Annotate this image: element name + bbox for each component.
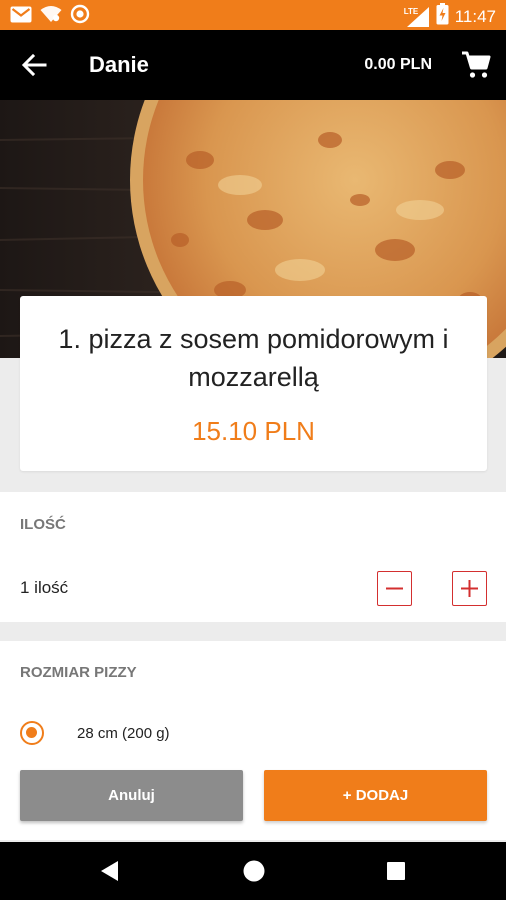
wifi-icon bbox=[40, 5, 62, 28]
status-bar: LTE 11:47 bbox=[0, 0, 506, 30]
quantity-heading: ILOŚĆ bbox=[20, 516, 66, 533]
product-card: 1. pizza z sosem pomidorowym i mozzarell… bbox=[20, 296, 487, 471]
size-option-radio[interactable] bbox=[20, 721, 44, 745]
add-to-cart-button[interactable]: + DODAJ bbox=[264, 770, 487, 821]
status-time: 11:47 bbox=[454, 6, 496, 26]
product-price: 15.10 PLN bbox=[192, 416, 315, 446]
action-bar: Anuluj + DODAJ bbox=[0, 752, 506, 840]
product-name: 1. pizza z sosem pomidorowym i mozzarell… bbox=[58, 324, 449, 392]
back-triangle-icon[interactable] bbox=[96, 856, 126, 886]
page-title: Danie bbox=[89, 52, 149, 77]
network-type-label: LTE bbox=[403, 6, 419, 16]
recents-square-icon[interactable] bbox=[381, 856, 411, 886]
system-navigation-bar bbox=[0, 842, 506, 900]
cancel-button[interactable]: Anuluj bbox=[20, 770, 243, 821]
arrow-back-icon[interactable] bbox=[18, 50, 50, 80]
gmail-icon bbox=[10, 6, 32, 28]
size-heading: ROZMIAR PIZZY bbox=[20, 664, 137, 681]
minus-icon bbox=[386, 587, 403, 590]
radio-selected-dot bbox=[26, 727, 37, 738]
cart-total[interactable]: 0.00 PLN bbox=[364, 56, 432, 74]
quantity-decrease-button[interactable] bbox=[377, 571, 412, 606]
plus-icon bbox=[461, 580, 478, 597]
quantity-increase-button[interactable] bbox=[452, 571, 487, 606]
home-circle-icon[interactable] bbox=[239, 856, 269, 886]
status-bar-system: LTE 11:47 bbox=[404, 3, 496, 30]
cart-icon[interactable] bbox=[460, 50, 492, 80]
app-bar: Danie 0.00 PLN bbox=[0, 30, 506, 100]
quantity-section: ILOŚĆ 1 ilość bbox=[0, 492, 506, 622]
quantity-value: 1 ilość bbox=[20, 578, 69, 597]
size-option-label[interactable]: 28 cm (200 g) bbox=[77, 725, 170, 742]
signal-icon: LTE bbox=[404, 6, 430, 28]
size-section: ROZMIAR PIZZY 28 cm (200 g) bbox=[0, 641, 506, 753]
battery-icon bbox=[436, 3, 449, 30]
record-icon bbox=[70, 4, 90, 29]
status-bar-notifications bbox=[10, 4, 90, 29]
